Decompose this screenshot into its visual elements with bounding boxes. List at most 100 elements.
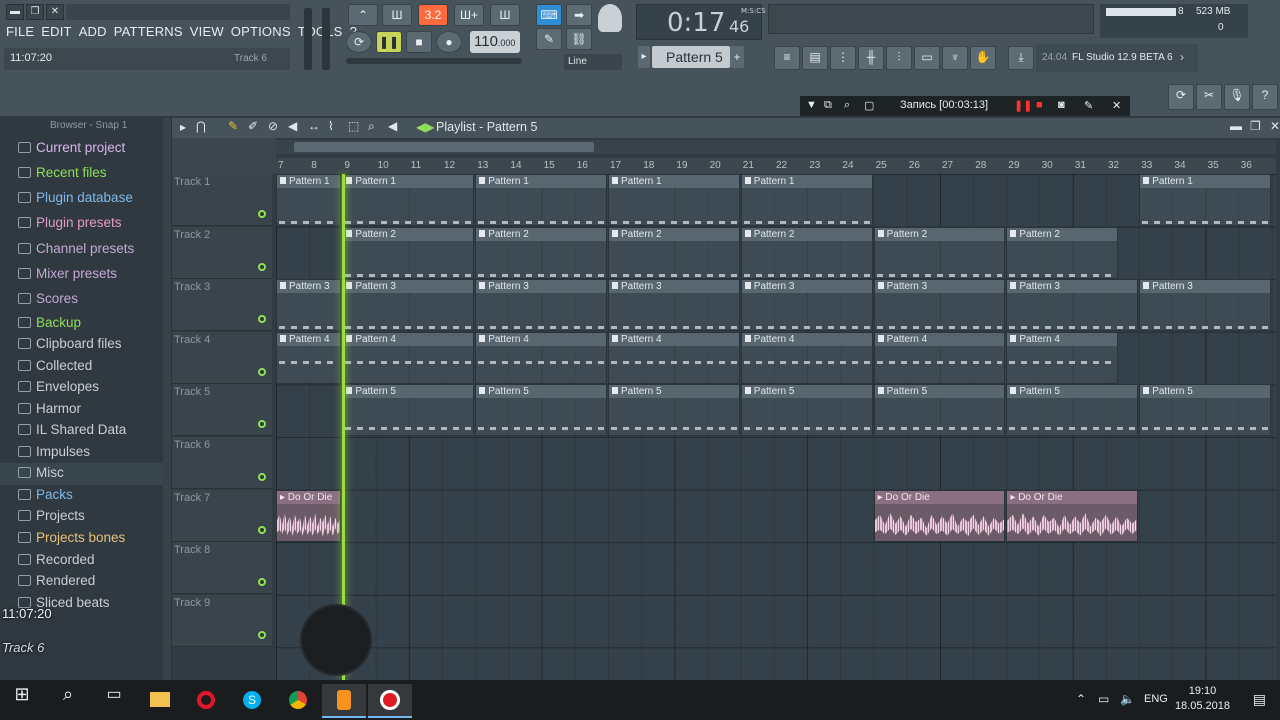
playlist-close-icon[interactable]: ✕ — [1270, 119, 1280, 133]
track-enable-icon[interactable] — [258, 473, 266, 481]
pattern-clip[interactable]: Pattern 5 — [342, 384, 475, 437]
audio-clip[interactable]: ▸ Do Or Die — [1006, 489, 1139, 542]
pattern-song-toggle[interactable]: ⟳ — [346, 31, 372, 53]
close-icon[interactable]: ✕ — [46, 4, 64, 20]
typing-keyboard-icon[interactable]: ⌨ — [536, 4, 562, 26]
track-enable-icon[interactable] — [258, 420, 266, 429]
pattern-clip[interactable]: Pattern 4 — [608, 331, 740, 384]
master-pitch-slider[interactable] — [322, 8, 330, 70]
pattern-clip[interactable]: Pattern 4 — [1006, 331, 1119, 384]
paint-tool-icon[interactable]: ✐ — [248, 119, 258, 133]
track-enable-icon[interactable] — [258, 210, 266, 218]
main-pitch-slider[interactable] — [346, 58, 522, 64]
wait-input-button[interactable]: Ш — [382, 4, 412, 26]
dropdown-icon[interactable]: ▼ — [806, 99, 817, 111]
pattern-clip[interactable]: Pattern 4 — [475, 331, 607, 384]
horizontal-scrollbar[interactable] — [276, 140, 1276, 154]
magnet-icon[interactable]: ⋂ — [196, 119, 206, 133]
playlist-grid[interactable]: Pattern 1 Pattern 1 Pattern 1 Pattern 1 Patt… — [276, 174, 1276, 680]
menu-options[interactable]: OPTIONS — [231, 24, 291, 44]
browser-item[interactable]: Clipboard files — [18, 336, 122, 356]
pattern-clip[interactable]: Pattern 2 — [342, 226, 475, 279]
track-enable-icon[interactable] — [258, 315, 266, 324]
browser-item[interactable]: Mixer presets — [18, 266, 117, 286]
download-icon[interactable]: ⤓ — [1008, 46, 1034, 70]
pattern-clip[interactable]: Pattern 3 — [740, 279, 873, 332]
pattern-clip[interactable]: Pattern 3 — [1006, 279, 1139, 332]
pattern-clip[interactable]: Pattern 2 — [1006, 226, 1119, 279]
news-next-icon[interactable]: › — [1180, 50, 1184, 64]
pattern-clip[interactable]: Pattern 2 — [873, 226, 1006, 279]
track-enable-icon[interactable] — [258, 367, 266, 376]
browser-item[interactable]: Harmor — [18, 401, 81, 421]
pattern-clip[interactable]: Pattern 5 — [608, 384, 740, 437]
windows-start-icon[interactable]: ⊞ — [0, 684, 44, 718]
project-browser-icon[interactable]: ▭ — [914, 46, 940, 70]
metronome-button[interactable]: ⌃ — [348, 4, 378, 26]
browser-item[interactable]: Channel presets — [18, 241, 134, 261]
multilink-icon[interactable]: ✎ — [536, 28, 562, 50]
channel-rack-icon[interactable]: ⋮ — [830, 46, 856, 70]
pattern-clip[interactable]: Pattern 5 — [1139, 384, 1271, 437]
pattern-clip[interactable]: Pattern 3 — [276, 279, 342, 332]
opera-icon[interactable] — [184, 684, 228, 718]
menu-view[interactable]: VIEW — [190, 24, 224, 44]
pause-record-icon[interactable]: ❚❚ — [1014, 99, 1032, 112]
pattern-clip[interactable]: Pattern 1 — [1139, 174, 1271, 226]
song-time-display[interactable]: 0:17 46 M:S:CS — [636, 4, 766, 40]
browser-item[interactable]: Recorded — [18, 552, 95, 572]
browser-item[interactable]: Rendered — [18, 573, 95, 593]
undo-history-icon[interactable]: ⟳ — [1168, 84, 1194, 110]
cut-tool-icon[interactable]: ✂ — [1196, 84, 1222, 110]
chrome-icon[interactable] — [276, 684, 320, 718]
track-header[interactable]: Track 9 — [172, 594, 272, 647]
tempo-display[interactable]: 110.000 — [470, 31, 520, 53]
skype-icon[interactable]: S — [230, 684, 274, 718]
mixer-icon[interactable]: ╫ — [858, 46, 884, 70]
mixer-faders-icon[interactable]: ⫶ — [886, 46, 912, 70]
timeline-ruler[interactable]: 7 8 9 10 11 12 13 14 15 16 17 18 19 20 21 22 23 24 25 26 27 2… — [276, 158, 1276, 174]
playback-tool-icon[interactable]: ◀ — [388, 119, 397, 133]
close-record-icon[interactable]: ✕ — [1112, 99, 1121, 112]
pattern-clip[interactable]: Pattern 5 — [475, 384, 607, 437]
browser-item[interactable]: Plugin presets — [18, 215, 122, 235]
slice-tool-icon[interactable]: ⌇ — [328, 119, 334, 133]
search-icon[interactable]: ⌕ — [46, 684, 90, 718]
tray-chevron-icon[interactable]: ⌃ — [1076, 692, 1086, 706]
browser-item[interactable]: Impulses — [18, 444, 90, 464]
track-header[interactable]: Track 2 — [172, 226, 272, 279]
pattern-clip[interactable]: Pattern 5 — [873, 384, 1006, 437]
countdown-meter[interactable]: 3.2 — [418, 4, 448, 26]
browser-item[interactable]: Recent files — [18, 165, 107, 185]
track-enable-icon[interactable] — [258, 525, 266, 534]
pattern-clip[interactable]: Pattern 3 — [475, 279, 607, 332]
browser-item[interactable]: Projects — [18, 508, 85, 528]
volume-icon[interactable]: 🔈 — [1120, 692, 1135, 706]
pattern-clip[interactable]: Pattern 3 — [608, 279, 740, 332]
browser-item[interactable]: IL Shared Data — [18, 422, 126, 442]
pattern-clip[interactable]: Pattern 4 — [342, 331, 475, 384]
pattern-clip[interactable]: Pattern 3 — [1139, 279, 1271, 332]
pause-button[interactable]: ❚❚ — [376, 31, 402, 53]
record-button[interactable]: ● — [436, 31, 462, 53]
browser-item[interactable]: Envelopes — [18, 379, 99, 399]
menu-add[interactable]: ADD — [79, 24, 107, 44]
browser-item[interactable]: Misc — [18, 465, 64, 485]
zoom-icon[interactable]: ⌕ — [844, 99, 850, 112]
blend-button[interactable]: Ш+ — [454, 4, 484, 26]
loop-record-button[interactable]: Ш — [490, 4, 520, 26]
restore-icon[interactable]: ❐ — [26, 4, 44, 20]
stop-button[interactable]: ■ — [406, 31, 432, 53]
pattern-clip[interactable]: Pattern 3 — [342, 279, 475, 332]
recorder-circle[interactable] — [300, 604, 372, 676]
minimize-icon[interactable]: ▬ — [6, 4, 24, 20]
browser-item[interactable]: Current project — [18, 140, 125, 160]
audio-clip[interactable]: ▸ Do Or Die — [276, 489, 342, 542]
delete-tool-icon[interactable]: ⊘ — [268, 119, 278, 133]
scroll-thumb[interactable] — [294, 142, 594, 152]
task-view-icon[interactable]: ▭ — [92, 684, 136, 718]
slip-tool-icon[interactable]: ↔ — [308, 119, 320, 133]
pattern-clip[interactable]: Pattern 4 — [740, 331, 873, 384]
recorder-task-icon[interactable] — [368, 684, 412, 718]
touch-controller-icon[interactable]: ✋ — [970, 46, 996, 70]
